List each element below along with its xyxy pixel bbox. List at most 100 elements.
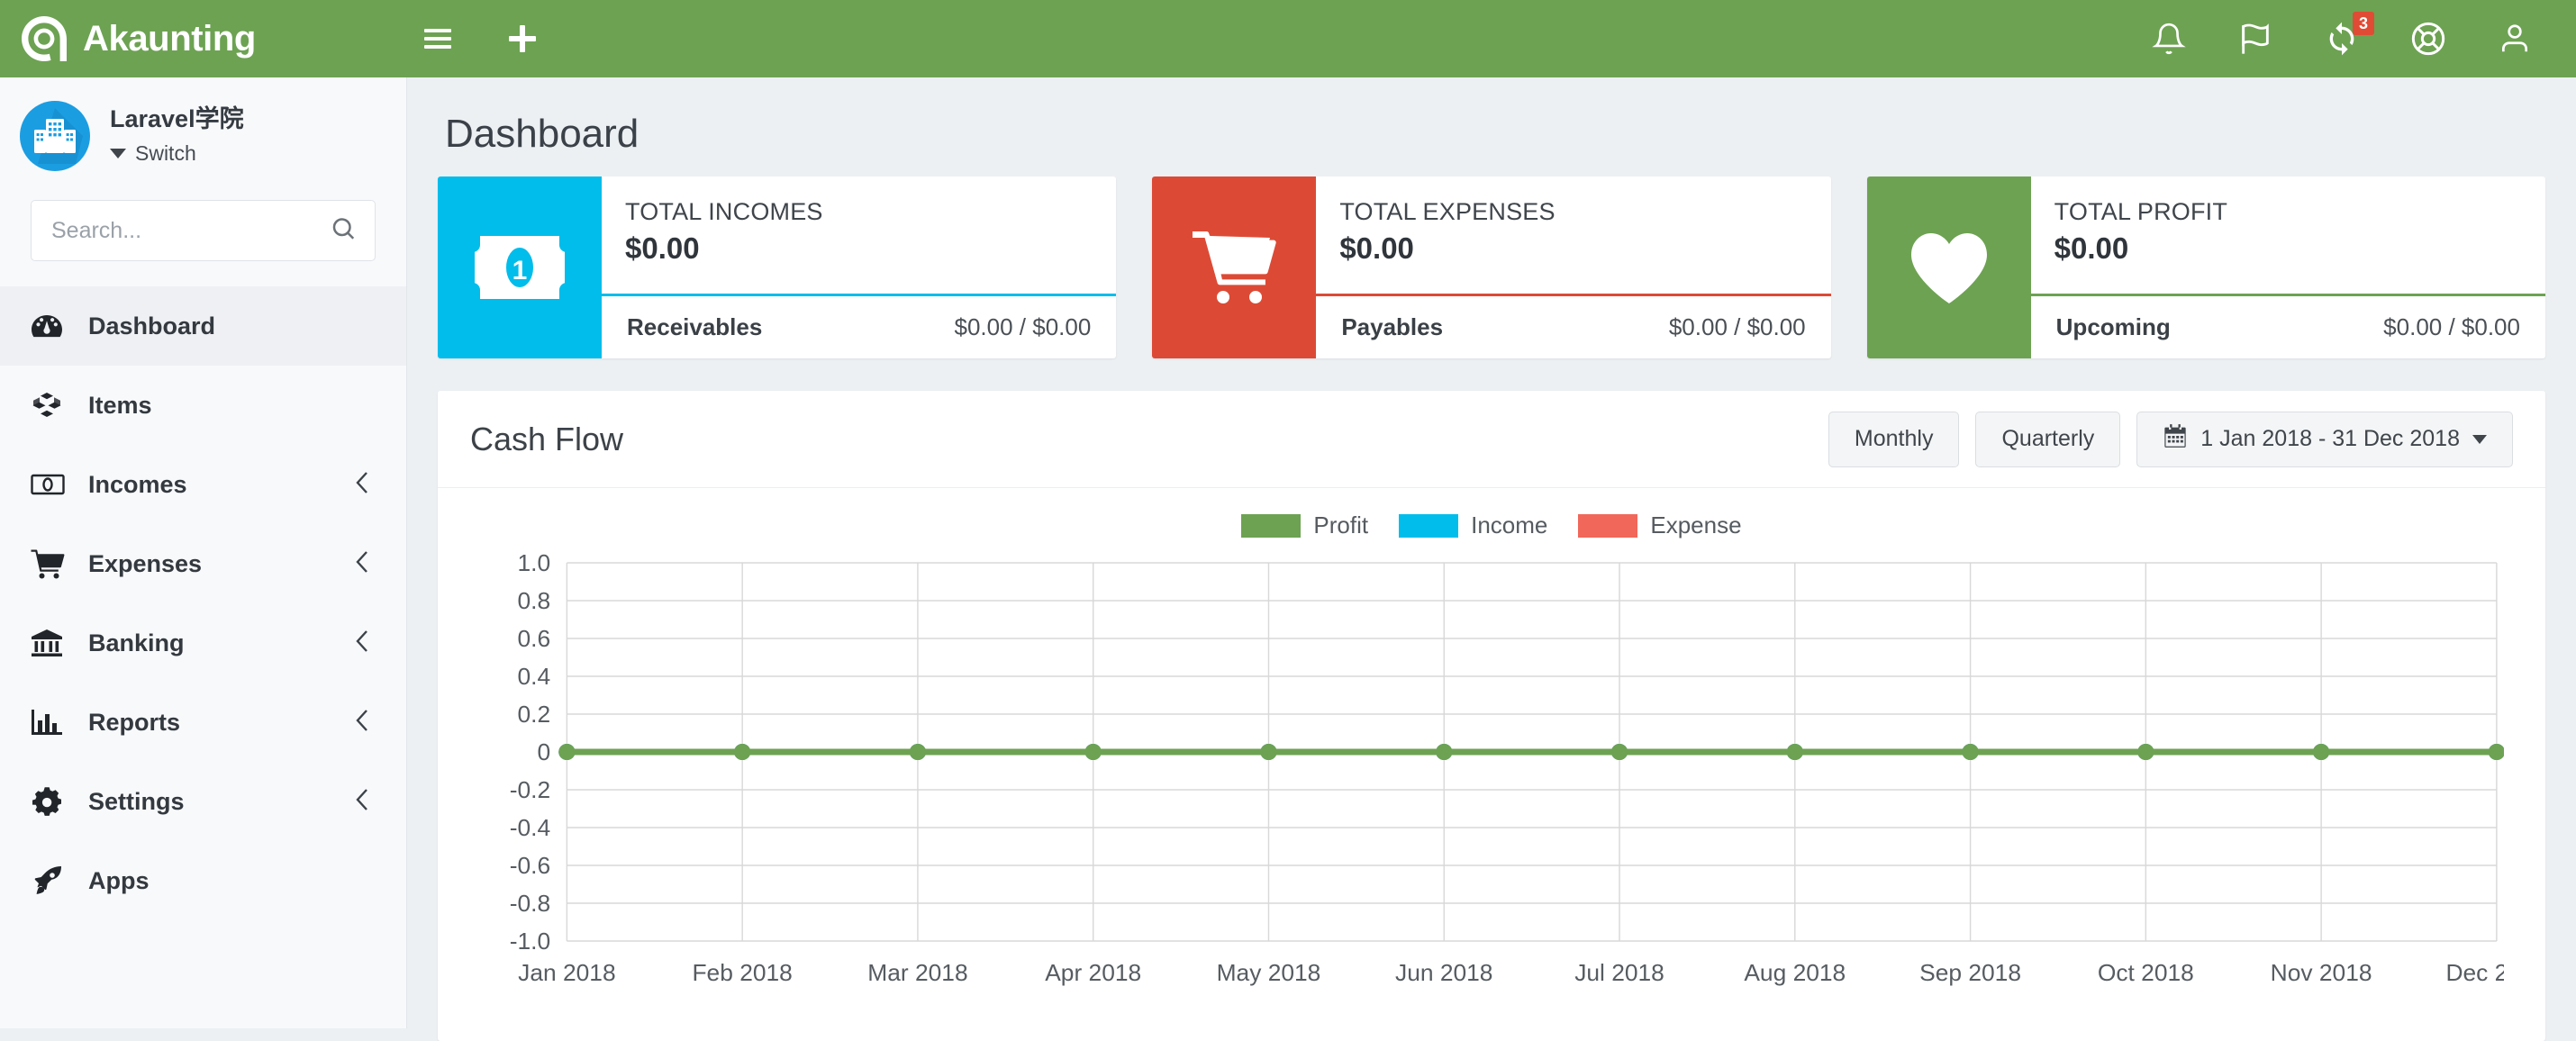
top-navbar: Akaunting 3 bbox=[0, 0, 2576, 77]
chevron-left-icon[interactable] bbox=[352, 548, 372, 581]
chevron-left-icon[interactable] bbox=[352, 468, 372, 502]
chevron-left-icon[interactable] bbox=[352, 627, 372, 660]
search-box[interactable] bbox=[31, 200, 376, 261]
legend-item-income[interactable]: Income bbox=[1399, 511, 1547, 539]
navbar-right-icons: 3 bbox=[2147, 12, 2536, 60]
rocket-icon bbox=[31, 865, 70, 896]
plus-icon[interactable] bbox=[503, 19, 542, 59]
sidebar: Laravel学院 Switch Dashboard bbox=[0, 77, 407, 1028]
monthly-button[interactable]: Monthly bbox=[1828, 411, 1960, 467]
stat-card-total-incomes[interactable]: 1 TOTAL INCOMES $0.00 Receivables $0.00 … bbox=[438, 177, 1117, 358]
cash-flow-title: Cash Flow bbox=[470, 420, 624, 457]
stat-card-foot-label: Receivables bbox=[627, 313, 763, 340]
legend-swatch-income bbox=[1399, 513, 1459, 538]
stat-card-label: TOTAL EXPENSES bbox=[1339, 198, 1556, 225]
sidebar-nav: Dashboard Items Incomes Expenses Banking… bbox=[0, 286, 406, 920]
cash-flow-chart: Profit Income Expense 1.0 0.8 0.6 0.4 0.2 0 -0… bbox=[438, 488, 2548, 1039]
stat-card-value: $0.00 bbox=[2054, 231, 2129, 265]
data-point bbox=[2312, 744, 2330, 760]
data-point bbox=[1260, 744, 1277, 760]
sidebar-item-apps[interactable]: Apps bbox=[0, 841, 406, 920]
hamburger-menu-icon[interactable] bbox=[418, 19, 458, 59]
legend-item-expense[interactable]: Expense bbox=[1578, 511, 1742, 539]
company-name: Laravel学院 bbox=[110, 105, 244, 133]
line-chart-svg: 1.0 0.8 0.6 0.4 0.2 0 -0.2 -0.4 -0.6 -0.8 -1.0 Jan … bbox=[510, 549, 2548, 986]
svg-text:0: 0 bbox=[537, 738, 550, 765]
sidebar-item-label: Expenses bbox=[88, 549, 203, 577]
data-point bbox=[1610, 744, 1628, 760]
data-point bbox=[1084, 744, 1102, 760]
search-icon[interactable] bbox=[330, 215, 357, 247]
company-selector[interactable]: Laravel学院 Switch bbox=[0, 77, 406, 189]
cash-flow-header: Cash Flow Monthly Quarterly 1 Jan 2018 -… bbox=[438, 391, 2545, 488]
stat-card-total-expenses[interactable]: TOTAL EXPENSES $0.00 Payables $0.00 / $0… bbox=[1152, 177, 1831, 358]
sidebar-item-settings[interactable]: Settings bbox=[0, 762, 406, 841]
legend-label: Expense bbox=[1650, 511, 1742, 539]
sync-badge-count: 3 bbox=[2352, 12, 2374, 35]
money-bill-icon: 1 bbox=[438, 177, 602, 358]
svg-text:Jun 2018: Jun 2018 bbox=[1395, 959, 1492, 986]
cash-flow-panel: Cash Flow Monthly Quarterly 1 Jan 2018 -… bbox=[438, 391, 2548, 1041]
sidebar-item-label: Items bbox=[88, 391, 152, 419]
chart-plot-area: 1.0 0.8 0.6 0.4 0.2 0 -0.2 -0.4 -0.6 -0.8 -1.0 Jan … bbox=[479, 549, 2548, 1011]
data-point bbox=[2137, 744, 2154, 760]
legend-swatch-expense bbox=[1578, 513, 1638, 538]
chart-legend: Profit Income Expense bbox=[438, 488, 2545, 539]
svg-text:-0.2: -0.2 bbox=[510, 776, 550, 803]
sync-icon[interactable]: 3 bbox=[2320, 12, 2374, 60]
stat-card-foot-label: Upcoming bbox=[2055, 313, 2171, 340]
user-icon[interactable] bbox=[2493, 17, 2536, 60]
legend-label: Income bbox=[1471, 511, 1548, 539]
data-point bbox=[1786, 744, 1803, 760]
quarterly-button[interactable]: Quarterly bbox=[1975, 411, 2121, 467]
company-switch-button[interactable]: Switch bbox=[110, 141, 244, 166]
stat-card-total-profit[interactable]: TOTAL PROFIT $0.00 Upcoming $0.00 / $0.0… bbox=[1866, 177, 2545, 358]
sidebar-item-dashboard[interactable]: Dashboard bbox=[0, 286, 406, 366]
flag-icon[interactable] bbox=[2234, 17, 2277, 60]
stat-card-foot-label: Payables bbox=[1341, 313, 1444, 340]
date-range-label: 1 Jan 2018 - 31 Dec 2018 bbox=[2200, 426, 2460, 451]
sidebar-item-expenses[interactable]: Expenses bbox=[0, 524, 406, 603]
date-range-picker[interactable]: 1 Jan 2018 - 31 Dec 2018 bbox=[2136, 411, 2513, 467]
chevron-left-icon[interactable] bbox=[352, 785, 372, 819]
svg-text:-0.8: -0.8 bbox=[510, 890, 550, 917]
caret-down-icon bbox=[110, 148, 126, 158]
stat-card-foot-value: $0.00 / $0.00 bbox=[1668, 313, 1806, 340]
svg-text:Feb 2018: Feb 2018 bbox=[692, 959, 792, 986]
svg-text:May 2018: May 2018 bbox=[1217, 959, 1321, 986]
svg-text:-1.0: -1.0 bbox=[510, 928, 550, 955]
svg-text:Apr 2018: Apr 2018 bbox=[1045, 959, 1141, 986]
legend-item-profit[interactable]: Profit bbox=[1241, 511, 1368, 539]
svg-text:Jul 2018: Jul 2018 bbox=[1574, 959, 1664, 986]
calendar-icon bbox=[2163, 423, 2188, 455]
data-point bbox=[909, 744, 927, 760]
svg-text:Mar 2018: Mar 2018 bbox=[867, 959, 967, 986]
sidebar-item-reports[interactable]: Reports bbox=[0, 683, 406, 762]
gears-icon bbox=[31, 786, 70, 817]
shopping-cart-icon bbox=[1152, 177, 1317, 358]
sidebar-item-label: Incomes bbox=[88, 470, 187, 498]
brand[interactable]: Akaunting bbox=[20, 14, 384, 63]
stat-card-foot-value: $0.00 / $0.00 bbox=[954, 313, 1092, 340]
chevron-left-icon[interactable] bbox=[352, 706, 372, 739]
sidebar-item-label: Reports bbox=[88, 708, 181, 736]
svg-text:Dec 2018: Dec 2018 bbox=[2445, 959, 2504, 986]
sidebar-item-incomes[interactable]: Incomes bbox=[0, 445, 406, 524]
sidebar-item-banking[interactable]: Banking bbox=[0, 603, 406, 683]
money-bill-icon bbox=[31, 474, 70, 495]
life-ring-icon[interactable] bbox=[2407, 17, 2450, 60]
bar-chart-icon bbox=[31, 708, 70, 737]
svg-text:0.8: 0.8 bbox=[517, 587, 550, 614]
sidebar-item-items[interactable]: Items bbox=[0, 366, 406, 445]
bell-icon[interactable] bbox=[2147, 17, 2191, 60]
data-point bbox=[734, 744, 751, 760]
series-profit bbox=[558, 744, 2506, 760]
svg-text:Nov 2018: Nov 2018 bbox=[2271, 959, 2372, 986]
sidebar-item-label: Banking bbox=[88, 629, 185, 656]
monthly-button-label: Monthly bbox=[1854, 426, 1934, 451]
bank-icon bbox=[31, 629, 70, 657]
svg-text:-0.4: -0.4 bbox=[510, 814, 550, 841]
svg-text:Jan 2018: Jan 2018 bbox=[518, 959, 615, 986]
stat-card-label: TOTAL PROFIT bbox=[2054, 198, 2228, 225]
search-input[interactable] bbox=[32, 201, 375, 260]
